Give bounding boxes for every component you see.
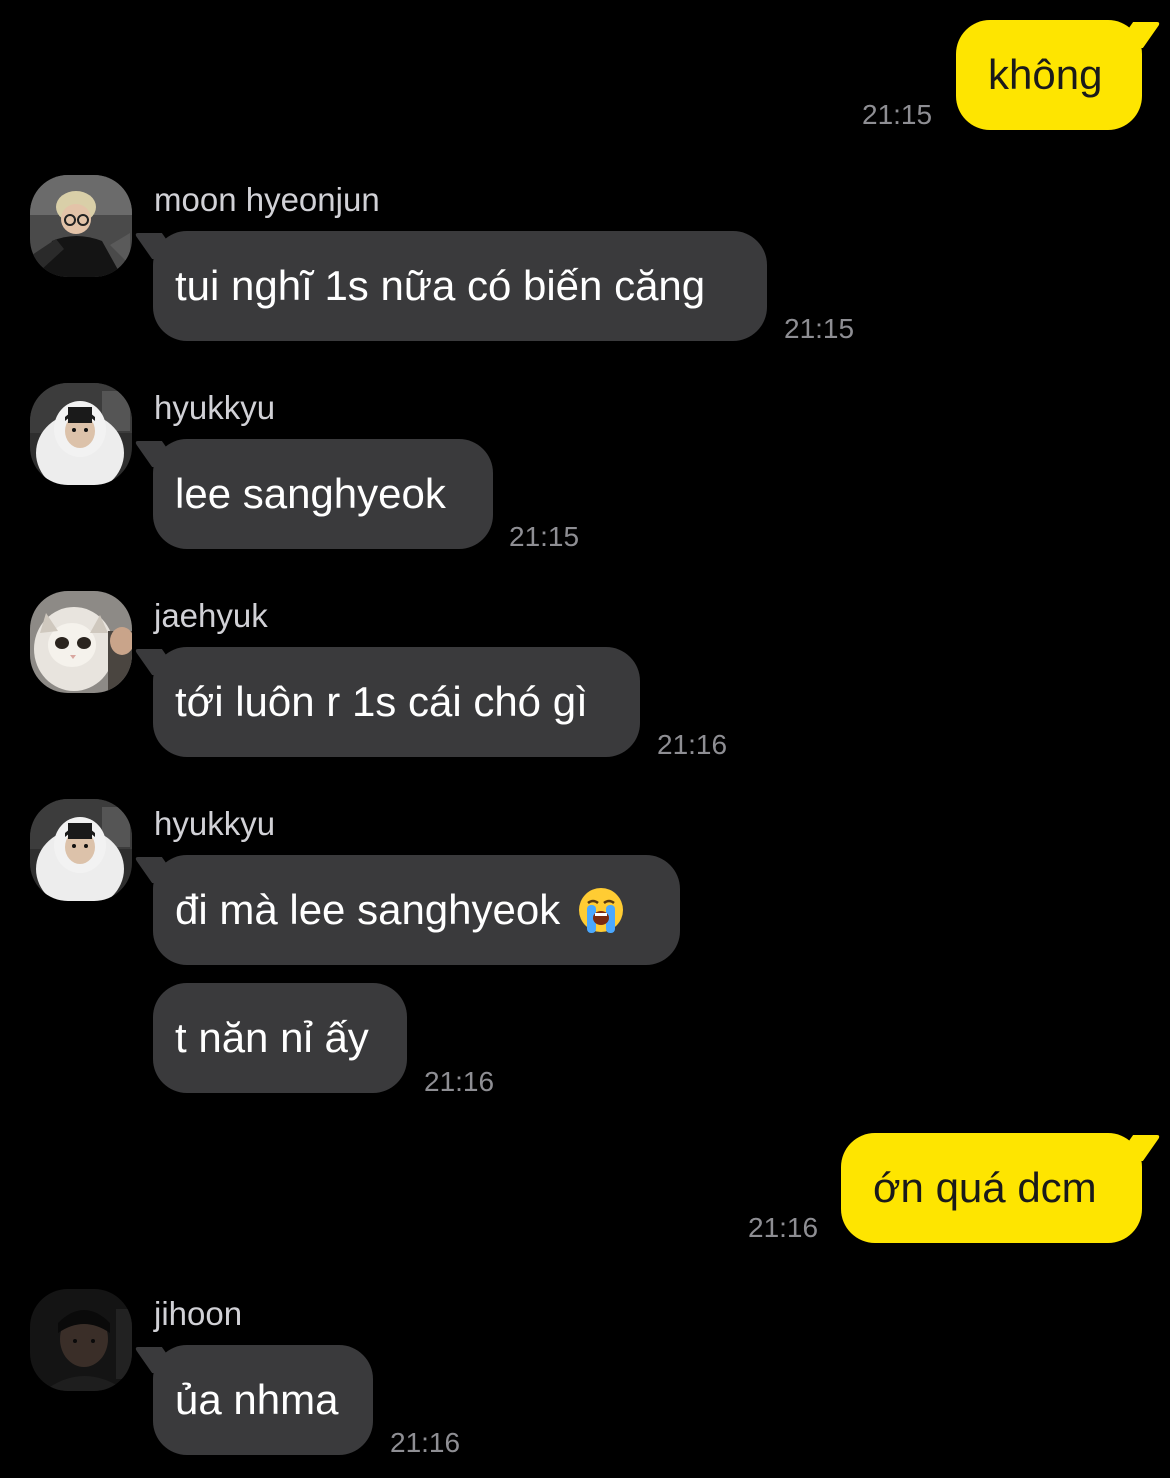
sender-name: hyukkyu [154,805,276,842]
received-message-bubble[interactable]: tui nghĩ 1s nữa có biến căng [133,231,767,341]
avatar-moon-hyeonjun[interactable] [30,175,132,277]
avatar-jaehyuk[interactable] [30,591,132,693]
loudly-crying-face-emoji [578,887,623,933]
message-timestamp: 21:16 [424,1066,495,1097]
message-text: tới luôn r 1s cái chó gì [175,678,588,725]
sender-name: moon hyeonjun [154,181,380,218]
message-timestamp: 21:16 [657,729,728,760]
received-message-bubble[interactable]: đi mà lee sanghyeok [133,855,680,965]
received-message-bubble[interactable]: ủa nhma [133,1345,373,1455]
message-text: không [988,51,1103,98]
message-timestamp: 21:15 [784,313,855,344]
message-text: ớn quá dcm [873,1164,1097,1211]
sender-name: jaehyuk [154,597,268,634]
avatar-jihoon[interactable] [30,1289,132,1391]
message-timestamp: 21:15 [509,521,580,552]
avatar-hyukkyu[interactable] [30,799,132,901]
sender-name: hyukkyu [154,389,276,426]
message-timestamp: 21:16 [748,1212,819,1243]
my-message-bubble[interactable]: không [956,20,1162,130]
received-message-bubble[interactable]: lee sanghyeok [133,439,493,549]
message-text: t năn nỉ ấy [175,1014,369,1061]
my-message-bubble[interactable]: ớn quá dcm [841,1133,1162,1243]
message-text: tui nghĩ 1s nữa có biến căng [175,262,706,309]
message-text: lee sanghyeok [175,470,446,517]
received-message-bubble[interactable]: tới luôn r 1s cái chó gì [133,647,640,757]
message-timestamp: 21:16 [390,1427,461,1458]
received-message-bubble[interactable]: t năn nỉ ấy [153,983,407,1093]
message-text: đi mà lee sanghyeok [175,886,561,933]
message-timestamp: 21:15 [862,99,933,130]
sender-name: jihoon [154,1295,243,1332]
message-text: ủa nhma [175,1376,339,1423]
avatar-hyukkyu[interactable] [30,383,132,485]
